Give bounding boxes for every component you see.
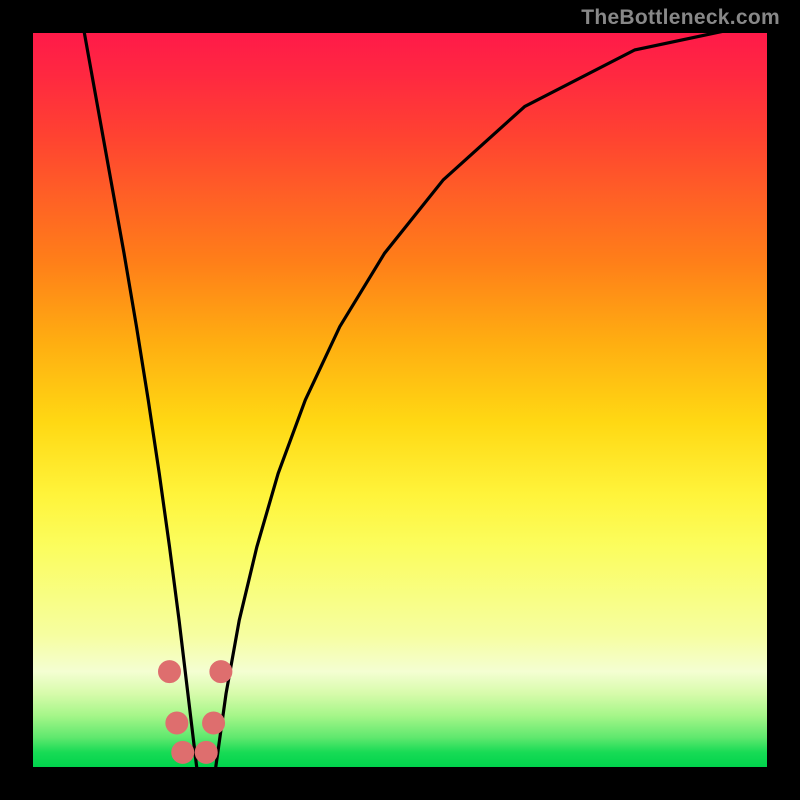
curve-right-branch xyxy=(216,33,767,767)
watermark-text: TheBottleneck.com xyxy=(581,6,780,30)
curve-left-branch xyxy=(84,33,196,767)
data-marker xyxy=(166,712,188,734)
data-marker xyxy=(203,712,225,734)
plot-area xyxy=(33,33,767,767)
data-marker xyxy=(210,661,232,683)
chart-svg xyxy=(33,33,767,767)
data-marker xyxy=(195,741,217,763)
data-marker xyxy=(159,661,181,683)
curve-group xyxy=(84,33,767,767)
data-marker xyxy=(172,741,194,763)
chart-frame: TheBottleneck.com xyxy=(0,0,800,800)
